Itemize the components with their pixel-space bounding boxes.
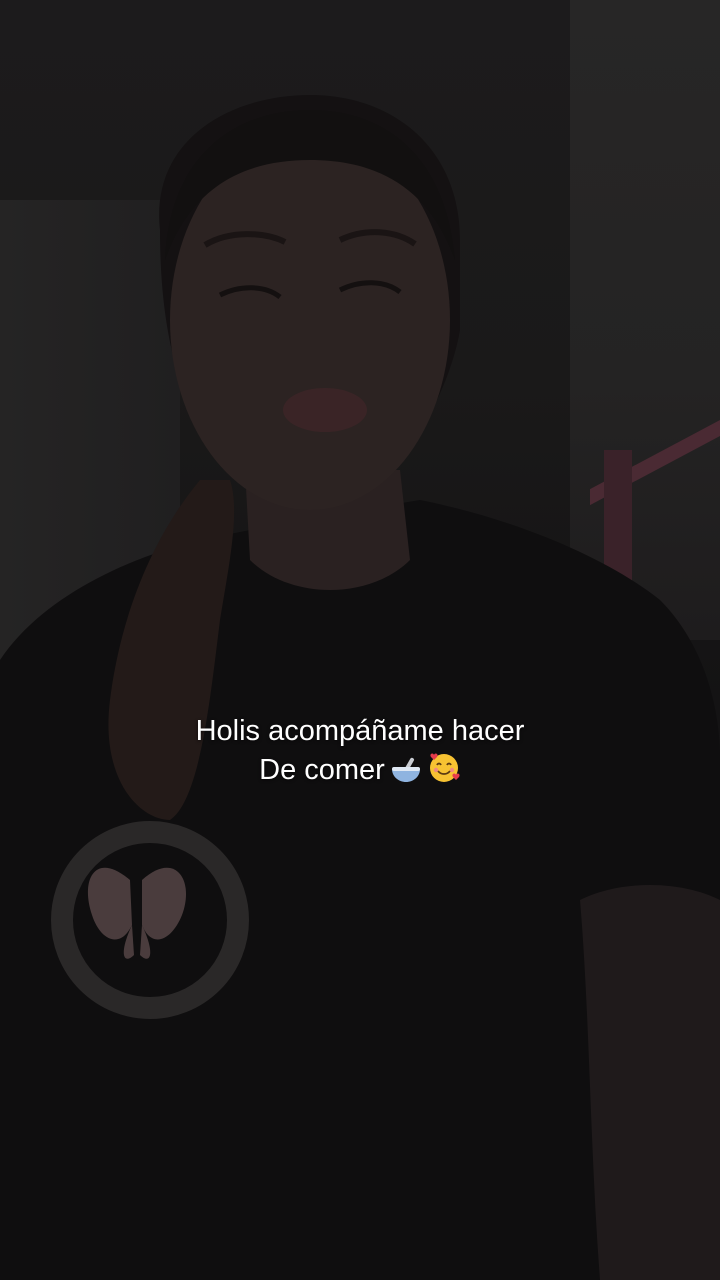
caption-line-2: De comer: [0, 751, 720, 796]
caption-line-2-text: De comer: [259, 754, 385, 786]
arm-shape: [580, 885, 720, 1280]
bowl-with-spoon-icon: [389, 755, 423, 796]
smiling-face-with-hearts-icon: [427, 751, 461, 796]
lips-shape: [283, 388, 367, 432]
caption-line-1: Holis acompáñame hacer: [195, 715, 525, 747]
video-caption: Holis acompáñame hacer De comer: [0, 712, 720, 796]
person-scene: [0, 95, 720, 1280]
video-frame[interactable]: Holis acompáñame hacer De comer: [0, 0, 720, 1280]
